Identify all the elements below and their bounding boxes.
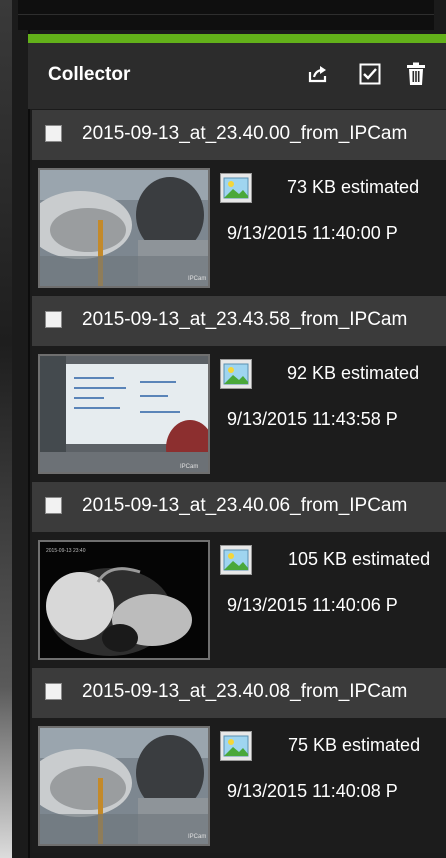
image-type-icon [220,173,252,203]
list-item[interactable]: 2015-09-13_at_23.43.58_from_IPCam IPCam [32,296,446,481]
item-checkbox[interactable] [45,311,62,328]
item-thumbnail[interactable]: IPCam [38,726,210,846]
delete-button[interactable] [403,61,429,87]
item-thumbnail[interactable]: IPCam [38,354,210,474]
item-checkbox[interactable] [45,125,62,142]
item-size: 92 KB estimated [287,363,420,383]
item-date: 9/13/2015 11:40:06 P [227,595,398,615]
item-filename: 2015-09-13_at_23.43.58_from_IPCam [82,309,408,330]
list-item-body: IPCam 75 KB estimated 9/13/2015 11:40:08… [32,718,446,853]
list-item-body: IPCam 92 KB estimated 9/13/2015 11:43:58… [32,346,446,481]
accent-bar [28,34,446,43]
collector-header: Collector [28,43,446,109]
list-item-header: 2015-09-13_at_23.40.00_from_IPCam [32,110,446,160]
list-item-header: 2015-09-13_at_23.40.06_from_IPCam [32,482,446,532]
svg-text:IPCam: IPCam [180,464,198,470]
list-item[interactable]: 2015-09-13_at_23.40.00_from_IPCam IPCam [32,110,446,295]
item-size: 73 KB estimated [287,177,420,197]
list-item[interactable]: 2015-09-13_at_23.40.08_from_IPCam IPCam [32,668,446,853]
item-filename: 2015-09-13_at_23.40.06_from_IPCam [82,495,408,516]
list-item-header: 2015-09-13_at_23.43.58_from_IPCam [32,296,446,346]
collector-window: Collector 2015-09-13_at_23.40.00_from_IP… [0,0,446,858]
item-thumbnail[interactable]: IPCam [38,168,210,288]
item-checkbox[interactable] [45,683,62,700]
item-filename: 2015-09-13_at_23.40.00_from_IPCam [82,123,408,144]
image-type-icon [220,359,252,389]
background-window-edge [0,0,12,858]
item-thumbnail[interactable]: 2015-09-13 23:40 [38,540,210,660]
svg-text:IPCam: IPCam [188,834,206,840]
select-all-button[interactable] [357,61,383,87]
list-item-body: IPCam 73 KB estimated 9/13/2015 11:40:00… [32,160,446,295]
trash-icon [407,62,425,85]
panel-title: Collector [48,64,131,85]
export-icon [308,66,327,83]
list-item-body: 2015-09-13 23:40 105 KB estimated 9/13/2… [32,532,446,667]
svg-text:IPCam: IPCam [188,276,206,282]
top-toolbar-strip [18,0,434,30]
item-size: 105 KB estimated [288,549,431,569]
image-type-icon [220,731,252,761]
item-checkbox[interactable] [45,497,62,514]
item-date: 9/13/2015 11:40:08 P [227,781,398,801]
item-date: 9/13/2015 11:43:58 P [227,409,398,429]
item-size: 75 KB estimated [288,735,421,755]
item-date: 9/13/2015 11:40:00 P [227,223,398,243]
select-all-checkbox-icon [359,63,381,85]
export-button[interactable] [305,61,331,87]
image-type-icon [220,545,252,575]
list-item[interactable]: 2015-09-13_at_23.40.06_from_IPCam 2015-0… [32,482,446,667]
item-filename: 2015-09-13_at_23.40.08_from_IPCam [82,681,408,702]
svg-text:2015-09-13 23:40: 2015-09-13 23:40 [46,548,86,554]
list-item-header: 2015-09-13_at_23.40.08_from_IPCam [32,668,446,718]
